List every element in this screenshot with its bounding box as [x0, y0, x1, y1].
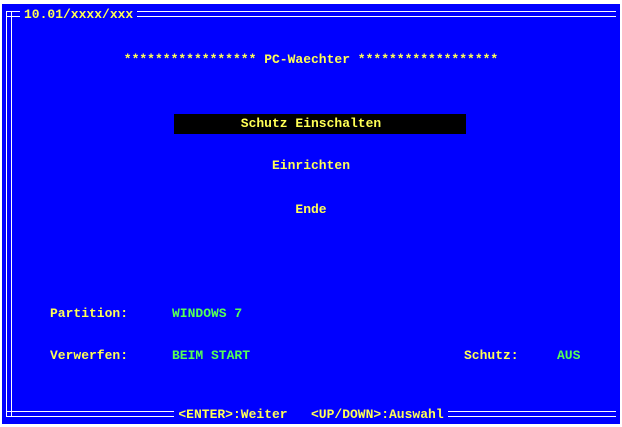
window-title: 10.01/xxxx/xxx — [20, 7, 138, 23]
menu-item-einrichten[interactable]: Einrichten — [2, 158, 620, 174]
footer-hint: <ENTER>:Weiter <UP/DOWN>:Auswahl — [174, 407, 448, 422]
discard-label: Verwerfen: — [50, 348, 129, 363]
partition-label: Partition: — [50, 306, 129, 321]
dos-screen: 10.01/xxxx/xxx ***************** PC-Waec… — [0, 0, 622, 427]
protection-label: Schutz: — [464, 348, 519, 363]
discard-value: BEIM START — [172, 348, 251, 363]
protection-value: AUS — [557, 348, 581, 363]
partition-value: WINDOWS 7 — [172, 306, 243, 321]
app-banner: ***************** PC-Waechter **********… — [123, 52, 499, 67]
footer-hint-bar: <ENTER>:Weiter <UP/DOWN>:Auswahl — [2, 407, 620, 423]
menu-item-schutz-einschalten[interactable]: Schutz Einschalten — [2, 116, 620, 132]
menu-item-ende[interactable]: Ende — [2, 202, 620, 218]
main-panel: 10.01/xxxx/xxx ***************** PC-Waec… — [2, 4, 620, 424]
